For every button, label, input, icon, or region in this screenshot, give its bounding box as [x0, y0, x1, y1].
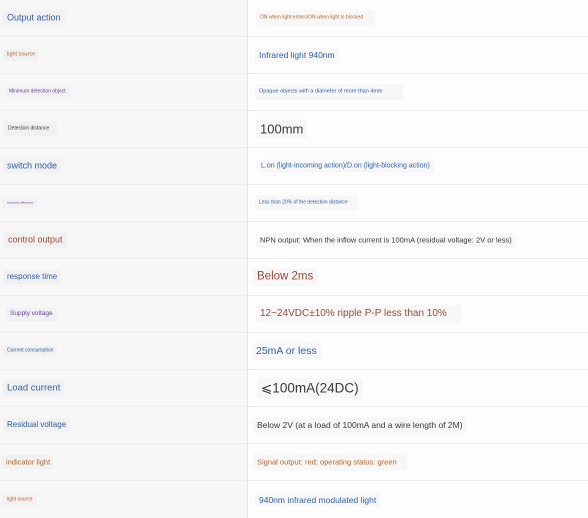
spec-label-cell: Supply voltage — [0, 296, 248, 332]
spec-label: indicator light — [2, 455, 55, 469]
spec-label: light source — [3, 494, 37, 505]
spec-value-cell: ⩽100mA(24DC) — [249, 370, 588, 406]
spec-value-cell: 12~24VDC±10% ripple P-P less than 10% — [249, 296, 588, 332]
spec-label-cell: Current consumption — [0, 333, 248, 369]
spec-value-cell: ON when light enters/ON when light is bl… — [249, 0, 588, 36]
spec-label-cell: Output action — [0, 0, 248, 36]
spec-row-light-source-2: light source 940nm infrared modulated li… — [0, 481, 588, 518]
spec-label-cell: response time — [0, 259, 248, 295]
spec-label-cell: control output — [0, 222, 248, 258]
spec-row-switch-mode: switch mode L.on (light-incoming action)… — [0, 148, 588, 185]
spec-label-cell: Detection distance — [0, 111, 248, 147]
spec-value-cell: Below 2V (at a load of 100mA and a wire … — [249, 407, 588, 443]
spec-row-current-consumption: Current consumption 25mA or less — [0, 333, 588, 370]
spec-row-load-current: Load current ⩽100mA(24DC) — [0, 370, 588, 407]
spec-value: Below 2ms — [253, 268, 318, 286]
spec-label-cell: light source — [0, 37, 248, 73]
spec-label: Residual voltage — [3, 418, 71, 432]
spec-row-response-difference: response difference Less than 20% of the… — [0, 185, 588, 222]
spec-value: Less than 20% of the detection distance — [255, 195, 358, 211]
spec-label: Supply voltage — [6, 307, 57, 321]
spec-label-cell: Residual voltage — [0, 407, 248, 443]
spec-value: 940nm infrared modulated light — [255, 492, 381, 507]
spec-label-cell: Minimum detection object — [0, 74, 248, 110]
spec-label-cell: Load current — [0, 370, 248, 406]
spec-label: response difference — [3, 198, 38, 208]
spec-label: response time — [3, 270, 62, 284]
spec-value-cell: Infrared light 940nm — [249, 37, 588, 73]
spec-value: Below 2V (at a load of 100mA and a wire … — [253, 417, 467, 433]
spec-value: 12~24VDC±10% ripple P-P less than 10% — [256, 305, 461, 323]
spec-label: Load current — [3, 380, 65, 396]
spec-row-light-source: light source Infrared light 940nm — [0, 37, 588, 74]
spec-value: L.on (light-incoming action)/D.on (light… — [257, 159, 434, 173]
spec-value: NPN output: When the inflow current is 1… — [256, 233, 516, 247]
spec-label: Detection distance — [4, 121, 58, 137]
spec-value-cell: 940nm infrared modulated light — [249, 481, 588, 518]
spec-value: Infrared light 940nm — [255, 47, 339, 63]
spec-row-response-time: response time Below 2ms — [0, 259, 588, 296]
spec-row-detection-distance: Detection distance 100mm — [0, 111, 588, 148]
spec-label: control output — [4, 232, 67, 248]
spec-value: ON when light enters/ON when light is bl… — [256, 10, 376, 26]
spec-label: light source — [3, 49, 40, 61]
spec-value-cell: Opaque objects with a diameter of more t… — [249, 74, 588, 110]
spec-label-cell: light source — [0, 481, 248, 518]
spec-row-control-output: control output NPN output: When the infl… — [0, 222, 588, 259]
spec-label: Output action — [3, 10, 65, 26]
spec-value-cell: Signal output: red; operating status: gr… — [249, 444, 588, 480]
spec-row-residual-voltage: Residual voltage Below 2V (at a load of … — [0, 407, 588, 444]
spec-label-cell: indicator light — [0, 444, 248, 480]
spec-value: Signal output: red; operating status: gr… — [253, 454, 407, 470]
spec-value-cell: 100mm — [249, 111, 588, 147]
spec-value: ⩽100mA(24DC) — [257, 378, 363, 398]
spec-value-cell: Less than 20% of the detection distance — [249, 185, 588, 221]
spec-table: Output action ON when light enters/ON wh… — [0, 0, 588, 518]
spec-value-cell: NPN output: When the inflow current is 1… — [249, 222, 588, 258]
spec-value: Opaque objects with a diameter of more t… — [255, 84, 403, 100]
spec-row-indicator-light: indicator light Signal output: red; oper… — [0, 444, 588, 481]
spec-value: 100mm — [256, 119, 308, 139]
spec-value: 25mA or less — [252, 342, 321, 360]
spec-label: Current consumption — [3, 345, 58, 357]
spec-value-cell: L.on (light-incoming action)/D.on (light… — [249, 148, 588, 184]
spec-row-output-action: Output action ON when light enters/ON wh… — [0, 0, 588, 37]
spec-label-cell: switch mode — [0, 148, 248, 184]
spec-value-cell: Below 2ms — [249, 259, 588, 295]
spec-label: switch mode — [3, 158, 62, 174]
spec-label-cell: response difference — [0, 185, 248, 221]
spec-row-minimum-detection-object: Minimum detection object Opaque objects … — [0, 74, 588, 111]
spec-label: Minimum detection object — [5, 86, 70, 98]
spec-value-cell: 25mA or less — [249, 333, 588, 369]
spec-row-supply-voltage: Supply voltage 12~24VDC±10% ripple P-P l… — [0, 296, 588, 333]
